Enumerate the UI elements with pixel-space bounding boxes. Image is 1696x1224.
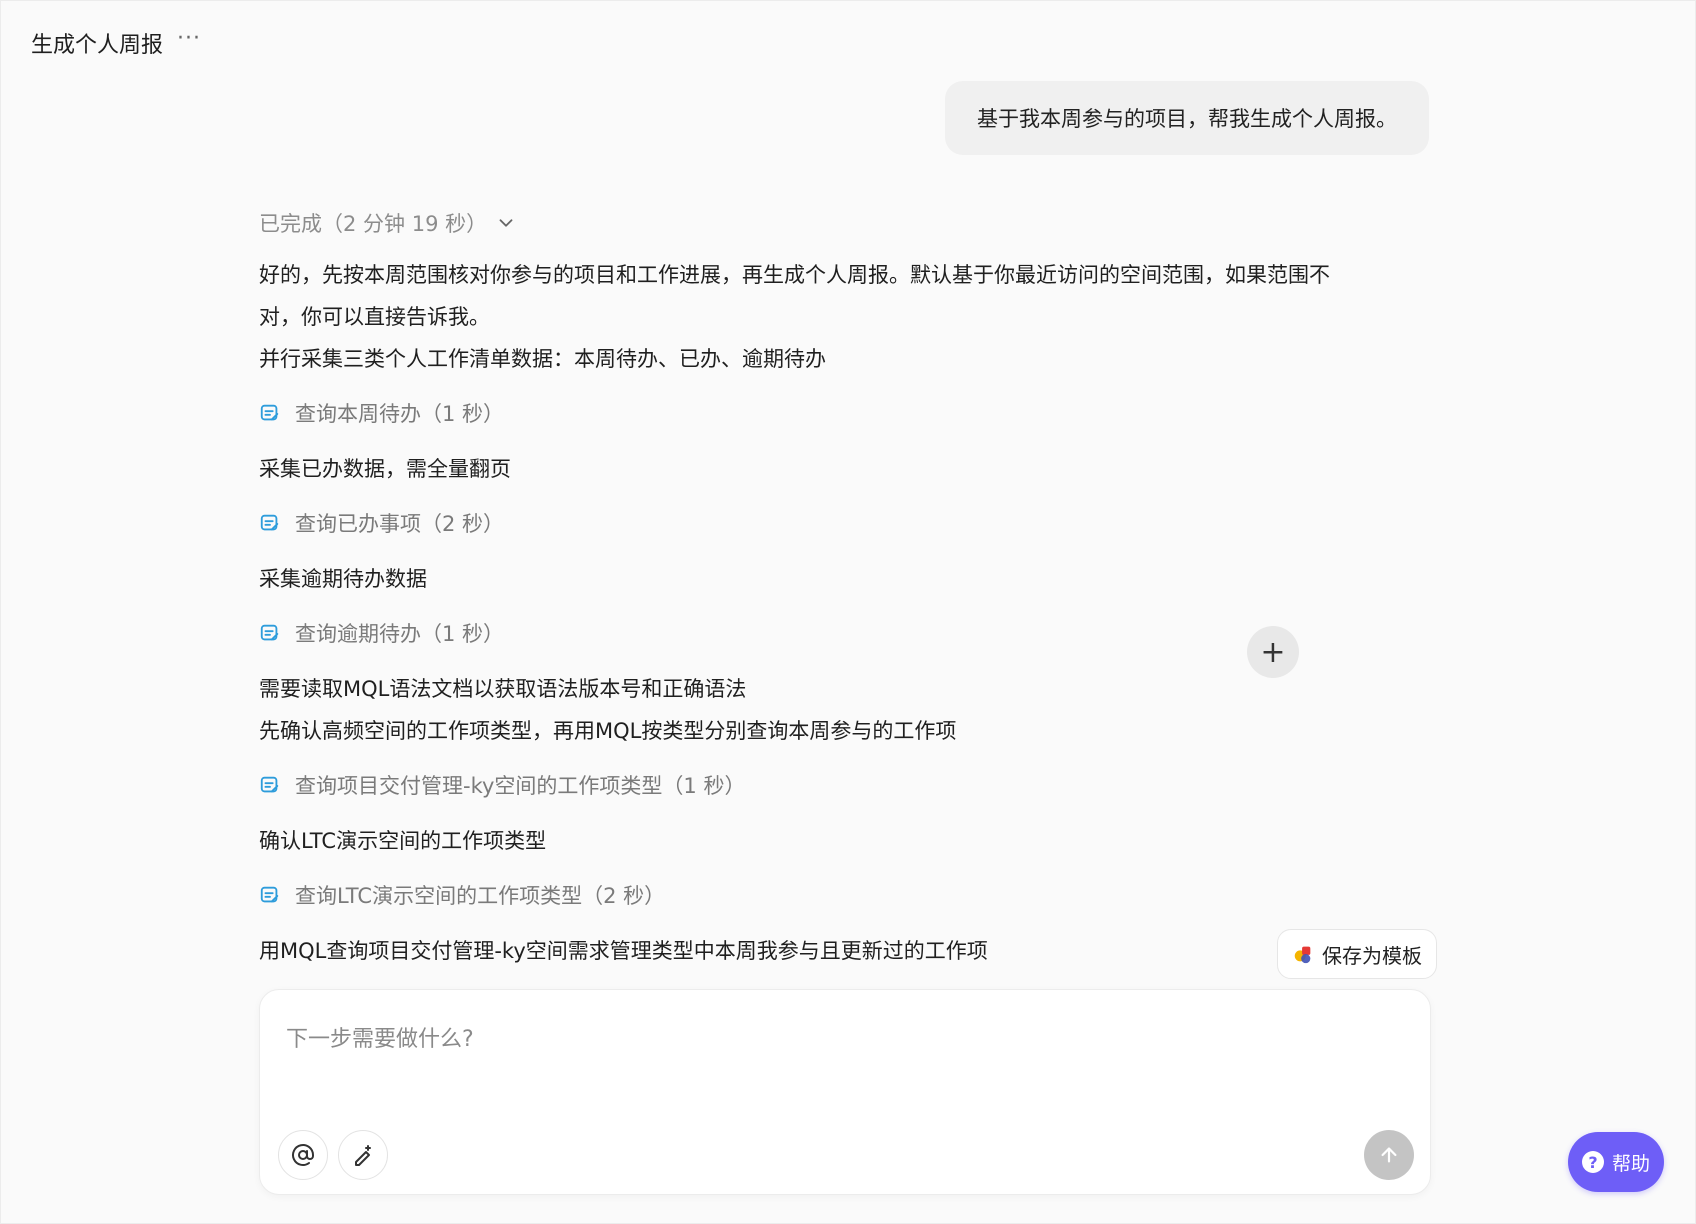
app-window: 生成个人周报 ··· 基于我本周参与的项目，帮我生成个人周报。 已完成（2 分钟…: [0, 0, 1696, 1224]
question-icon: ?: [1581, 1151, 1604, 1173]
tool-card-icon: [260, 886, 279, 903]
message-input[interactable]: [284, 1008, 1388, 1070]
save-as-template-label: 保存为模板: [1322, 943, 1422, 968]
tool-card-icon: [260, 514, 279, 531]
tool-call-label: 查询逾期待办（1 秒）: [295, 622, 505, 646]
mention-button[interactable]: [278, 1130, 328, 1180]
assistant-response: 已完成（2 分钟 19 秒） 好的，先按本周范围核对你参与的项目和工作进展，再生…: [259, 206, 1409, 991]
add-button[interactable]: +: [1247, 626, 1299, 678]
step-text: 需要读取MQL语法文档以获取语法版本号和正确语法: [259, 677, 747, 701]
send-button[interactable]: [1364, 1130, 1414, 1180]
tool-call-label: 查询已办事项（2 秒）: [295, 512, 505, 536]
more-options-icon[interactable]: ···: [177, 28, 201, 50]
user-message-bubble: 基于我本周参与的项目，帮我生成个人周报。: [945, 81, 1429, 155]
save-as-template-button[interactable]: 保存为模板: [1277, 929, 1437, 979]
step-text: 采集逾期待办数据: [259, 567, 427, 591]
step-text: 确认LTC演示空间的工作项类型: [259, 829, 547, 853]
tool-card-icon: [260, 404, 279, 421]
step-text: 先确认高频空间的工作项类型，再用MQL按类型分别查询本周参与的工作项: [259, 719, 957, 743]
tool-card-icon: [260, 624, 279, 641]
intro-paragraph: 好的，先按本周范围核对你参与的项目和工作进展，再生成个人周报。默认基于你最近访问…: [259, 263, 1330, 329]
step-text: 采集已办数据，需全量翻页: [259, 457, 511, 481]
header: 生成个人周报 ···: [31, 27, 201, 59]
magic-wand-icon: [355, 1145, 371, 1166]
tool-call-item[interactable]: 查询项目交付管理-ky空间的工作项类型（1 秒）: [259, 764, 1409, 806]
step-text-partial: 用MQL查询项目交付管理-ky空间需求管理类型中本周我参与且更新过的工作项: [259, 939, 988, 963]
status-toggle[interactable]: 已完成（2 分钟 19 秒）: [259, 206, 1409, 240]
tool-call-label: 查询本周待办（1 秒）: [295, 402, 505, 426]
at-sign-icon: [292, 1144, 314, 1166]
intro-paragraph-2: 并行采集三类个人工作清单数据：本周待办、已办、逾期待办: [259, 347, 826, 371]
help-button[interactable]: ? 帮助: [1568, 1132, 1664, 1192]
tool-call-item[interactable]: 查询本周待办（1 秒）: [259, 392, 1409, 434]
magic-button[interactable]: [338, 1130, 388, 1180]
tool-call-item[interactable]: 查询逾期待办（1 秒）: [259, 612, 1409, 654]
status-label: 已完成（2 分钟 19 秒）: [259, 212, 488, 236]
tool-call-label: 查询LTC演示空间的工作项类型（2 秒）: [295, 884, 666, 908]
tool-card-icon: [260, 776, 279, 793]
tool-call-label: 查询项目交付管理-ky空间的工作项类型（1 秒）: [295, 774, 746, 798]
help-label: 帮助: [1611, 1152, 1650, 1175]
arrow-up-icon: [1381, 1147, 1397, 1163]
chevron-down-icon: [499, 219, 513, 227]
tool-call-item[interactable]: 查询LTC演示空间的工作项类型（2 秒）: [259, 874, 1409, 916]
page-title: 生成个人周报: [31, 33, 164, 58]
tool-call-item[interactable]: 查询已办事项（2 秒）: [259, 502, 1409, 544]
app-logo-icon: [1294, 946, 1311, 964]
composer: [259, 989, 1431, 1195]
